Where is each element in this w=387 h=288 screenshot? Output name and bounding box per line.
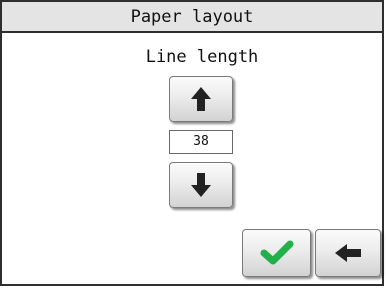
title-bar: Paper layout bbox=[2, 2, 382, 33]
confirm-button[interactable] bbox=[242, 229, 311, 277]
checkmark-icon bbox=[260, 240, 293, 265]
line-length-label: Line length bbox=[145, 47, 259, 67]
decrease-button[interactable] bbox=[169, 162, 233, 208]
arrow-left-icon bbox=[335, 244, 361, 262]
arrow-up-icon bbox=[191, 87, 211, 111]
device-screen: Paper layout Line length 38 bbox=[0, 0, 384, 286]
arrow-down-icon bbox=[191, 173, 211, 197]
back-button[interactable] bbox=[315, 229, 381, 277]
line-length-value[interactable]: 38 bbox=[169, 130, 233, 154]
page-title: Paper layout bbox=[130, 7, 254, 27]
increase-button[interactable] bbox=[169, 76, 233, 122]
